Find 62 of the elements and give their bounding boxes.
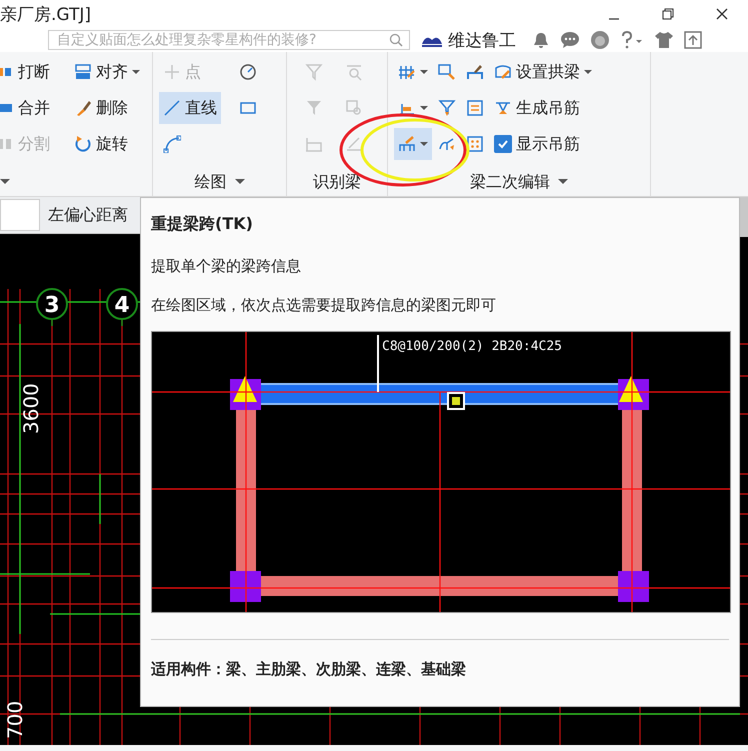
frame-icon — [466, 99, 484, 117]
axis-marker: 3 — [36, 288, 68, 320]
brand-name: 维达鲁工 — [448, 30, 516, 52]
group-label: 识别梁 — [313, 172, 361, 192]
pencil-icon — [345, 135, 363, 153]
tooltip-instruction: 在绘图区域，依次点选需要提取跨信息的梁图元即可 — [151, 296, 497, 315]
ribbon-button[interactable]: 对齐 — [70, 56, 144, 88]
magnifier-icon — [345, 63, 363, 81]
expand-icon[interactable] — [684, 31, 702, 49]
beam-icon — [305, 135, 323, 153]
help-icon[interactable] — [620, 31, 644, 49]
magnifier-icon — [438, 63, 456, 81]
ribbon-button[interactable]: 设置拱梁 — [490, 56, 596, 88]
value-field[interactable] — [0, 199, 40, 231]
close-icon[interactable] — [716, 8, 728, 20]
brush-icon — [466, 63, 484, 81]
dimension-text: 3600 — [19, 383, 43, 434]
funnel-icon — [305, 99, 323, 117]
show-hanger-checkbox[interactable]: 显示吊筋 — [490, 128, 596, 160]
check-icon — [497, 138, 509, 150]
avatar-icon[interactable] — [590, 30, 610, 50]
ribbon-button[interactable]: 生成吊筋 — [490, 92, 596, 124]
dimension-text: 700 — [3, 700, 27, 739]
tooltip-description: 提取单个梁的梁跨信息 — [151, 257, 302, 276]
line-icon — [163, 99, 181, 117]
checkbox[interactable] — [494, 135, 512, 153]
caret-icon[interactable] — [558, 179, 568, 185]
search-field[interactable]: 自定义贴面怎么处理复杂零星构件的装修? — [48, 30, 410, 50]
shirt-icon[interactable] — [654, 31, 674, 49]
ribbon-button[interactable]: 直线 — [159, 92, 221, 124]
ribbon-button[interactable]: 旋转 — [70, 128, 144, 160]
beam-brush-icon — [398, 135, 416, 153]
magnifier-icon — [345, 99, 363, 117]
rebar-annotation: C8@100/200(2) 2B20:4C25 — [382, 339, 562, 354]
funnel-icon — [305, 63, 323, 81]
applicable-components: 适用构件：梁、主肋梁、次肋梁、连梁、基础梁 — [151, 660, 467, 679]
bell-icon[interactable] — [532, 31, 550, 49]
axis-marker: 4 — [106, 288, 138, 320]
rotate-icon — [74, 135, 92, 153]
restore-icon[interactable] — [662, 8, 674, 20]
chat-icon[interactable] — [560, 31, 580, 49]
align-icon — [74, 63, 92, 81]
caret-icon[interactable] — [0, 179, 10, 185]
ribbon-button[interactable]: 打断 — [0, 56, 54, 88]
window-title: 亲厂房.GTJ] — [0, 4, 92, 26]
ribbon-button[interactable]: 删除 — [70, 92, 144, 124]
arc-icon — [163, 135, 181, 153]
circle-icon — [239, 63, 257, 81]
group-label: 梁二次编辑 — [470, 172, 550, 192]
search-icon — [389, 33, 403, 47]
field-label: 左偏心距离 — [48, 204, 128, 226]
caret-icon[interactable] — [234, 179, 244, 185]
arch-icon — [494, 63, 512, 81]
tooltip-title: 重提梁跨(TK) — [151, 214, 254, 235]
dots-icon — [466, 135, 484, 153]
ribbon-button[interactable]: 合并 — [0, 92, 54, 124]
scrollbar[interactable] — [740, 197, 748, 237]
funnel-icon — [438, 99, 456, 117]
tool-button[interactable] — [394, 128, 432, 160]
crosshair-icon — [163, 63, 181, 81]
group-label: 绘图 — [194, 172, 226, 192]
grid-icon — [398, 63, 416, 81]
